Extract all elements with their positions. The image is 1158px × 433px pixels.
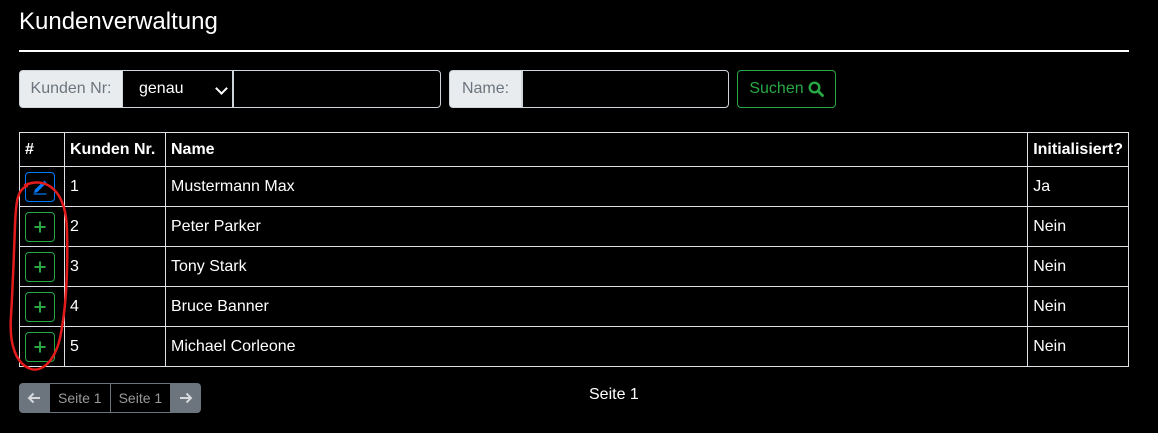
row-action-cell: [19, 206, 65, 247]
edit-button[interactable]: [25, 171, 55, 202]
row-action-cell: [19, 246, 65, 287]
plus-icon: [34, 221, 46, 232]
add-button[interactable]: [25, 331, 55, 362]
customer-name: Tony Stark: [164, 246, 1029, 287]
customer-name: Michael Corleone: [164, 326, 1029, 367]
customer-initialized: Nein: [1027, 246, 1129, 287]
row-action-cell: [19, 326, 65, 367]
search-icon: [808, 81, 824, 97]
table-row: 4 Bruce Banner Nein: [19, 286, 1129, 327]
customer-initialized: Nein: [1027, 326, 1129, 367]
table-row: 1 Mustermann Max Ja: [19, 166, 1129, 207]
table-row: 3 Tony Stark Nein: [19, 246, 1129, 287]
customer-number: 5: [64, 326, 166, 367]
match-mode-select[interactable]: genau: [123, 70, 233, 108]
customer-number: 4: [64, 286, 166, 327]
customer-no-input[interactable]: [233, 70, 441, 108]
table-header-row: # Kunden Nr. Name Initialisiert?: [19, 132, 1129, 167]
page-title: Kundenverwaltung: [19, 8, 218, 35]
search-button-label: Suchen: [749, 80, 804, 97]
page-button[interactable]: Seite 1: [49, 383, 111, 413]
search-button[interactable]: Suchen: [737, 70, 836, 108]
column-header-index: #: [19, 132, 65, 167]
customer-number: 2: [64, 206, 166, 247]
add-button[interactable]: [25, 211, 55, 242]
plus-icon: [34, 301, 46, 312]
current-page-label: Seite 1: [589, 386, 639, 403]
match-mode-value: genau: [139, 80, 184, 97]
customer-initialized: Ja: [1027, 166, 1129, 207]
name-label: Name:: [449, 70, 522, 108]
chevron-down-icon: [215, 82, 228, 95]
table-row: 5 Michael Corleone Nein: [19, 326, 1129, 367]
customer-table: # Kunden Nr. Name Initialisiert? 1 Muste…: [19, 132, 1129, 367]
column-header-name: Name: [164, 132, 1029, 167]
table-row: 2 Peter Parker Nein: [19, 206, 1129, 247]
arrow-right-icon: [180, 392, 193, 404]
arrow-left-icon: [27, 392, 40, 404]
column-header-customer-no: Kunden Nr.: [64, 132, 166, 167]
customer-initialized: Nein: [1027, 206, 1129, 247]
add-button[interactable]: [25, 251, 55, 282]
customer-no-label: Kunden Nr:: [19, 70, 123, 108]
customer-initialized: Nein: [1027, 286, 1129, 327]
edit-icon: [33, 179, 47, 195]
customer-number: 1: [64, 166, 166, 207]
page-button[interactable]: Seite 1: [110, 383, 172, 413]
next-page-button[interactable]: [171, 383, 202, 413]
row-action-cell: [19, 286, 65, 327]
name-input[interactable]: [522, 70, 729, 108]
title-divider: [19, 50, 1129, 52]
plus-icon: [34, 261, 46, 272]
previous-page-button[interactable]: [19, 383, 49, 413]
row-action-cell: [19, 166, 65, 207]
column-header-initialized: Initialisiert?: [1027, 132, 1129, 167]
customer-number: 3: [64, 246, 166, 287]
pagination: Seite 1 Seite 1: [19, 383, 202, 413]
add-button[interactable]: [25, 291, 55, 322]
customer-name: Bruce Banner: [164, 286, 1029, 327]
customer-name: Mustermann Max: [164, 166, 1029, 207]
plus-icon: [34, 341, 46, 352]
customer-name: Peter Parker: [164, 206, 1029, 247]
